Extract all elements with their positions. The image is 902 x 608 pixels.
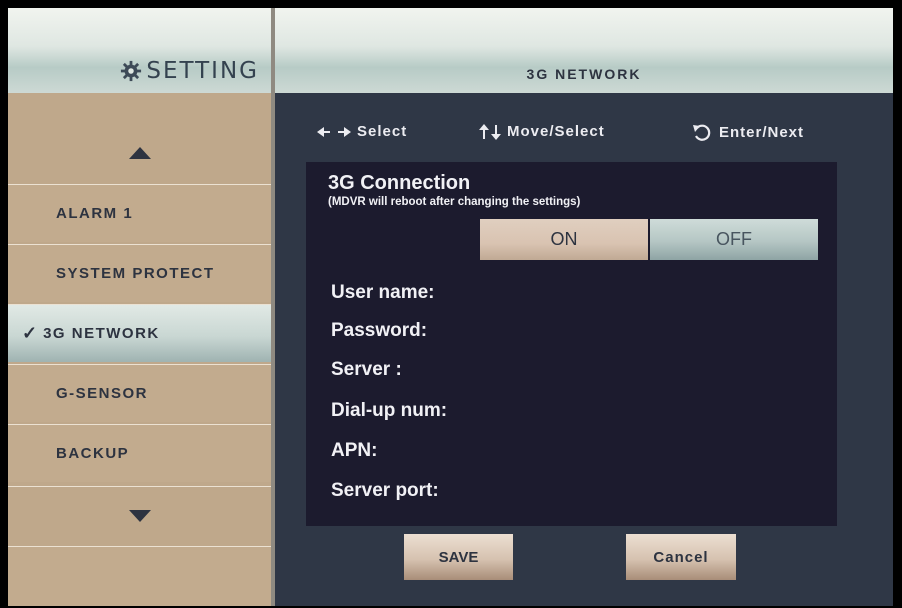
triangle-up-icon (128, 147, 151, 159)
sidebar-item-label: BACKUP (56, 445, 130, 462)
sidebar: SETTING ALARM 1 SYSTEM PROTECT ✓ 3G NETW… (8, 8, 271, 606)
connection-note: (MDVR will reboot after changing the set… (328, 196, 581, 208)
hint-enter-next: Enter/Next (691, 123, 804, 141)
sidebar-item-label: ALARM 1 (56, 205, 134, 222)
password-field[interactable]: Password: (331, 320, 427, 342)
user-name-field[interactable]: User name: (331, 282, 435, 304)
page-header: 3G NETWORK (275, 8, 893, 93)
scroll-up-button[interactable] (8, 124, 271, 182)
scroll-down-button[interactable] (8, 486, 271, 544)
gear-icon (121, 60, 142, 82)
control-hints: Select Move/Select Enter/Next (313, 123, 853, 149)
connection-title: 3G Connection (328, 172, 471, 194)
sidebar-item-label: SYSTEM PROTECT (56, 265, 215, 282)
dial-up-num-field[interactable]: Dial-up num: (331, 400, 447, 422)
apn-field[interactable]: APN: (331, 440, 377, 462)
checkmark-icon: ✓ (22, 323, 38, 343)
server-field[interactable]: Server : (331, 359, 402, 381)
screen-frame: SETTING ALARM 1 SYSTEM PROTECT ✓ 3G NETW… (8, 8, 893, 606)
cancel-button[interactable]: Cancel (626, 534, 736, 580)
sidebar-title: SETTING (120, 58, 259, 84)
sidebar-item-3g-network[interactable]: ✓ 3G NETWORK (8, 304, 271, 362)
hint-move-select-label: Move/Select (507, 123, 605, 140)
server-port-field[interactable]: Server port: (331, 480, 439, 502)
left-right-arrows-icon (317, 126, 351, 137)
on-toggle-button[interactable]: ON (480, 219, 648, 260)
hint-move-select: Move/Select (479, 123, 605, 140)
hint-enter-next-label: Enter/Next (719, 123, 805, 141)
sidebar-item-backup[interactable]: BACKUP (8, 424, 271, 482)
sidebar-item-label: G-SENSOR (56, 385, 149, 402)
hint-select-label: Select (357, 123, 408, 140)
triangle-down-icon (128, 509, 151, 522)
sidebar-item-alarm-1[interactable]: ALARM 1 (8, 184, 271, 242)
rotate-icon (693, 124, 711, 141)
sidebar-divider (271, 8, 275, 606)
sidebar-title-text: SETTING (146, 58, 259, 84)
sidebar-item-system-protect[interactable]: SYSTEM PROTECT (8, 244, 271, 302)
save-button[interactable]: SAVE (404, 534, 513, 580)
sidebar-item-g-sensor[interactable]: G-SENSOR (8, 364, 271, 422)
off-toggle-button[interactable]: OFF (650, 219, 818, 260)
up-down-arrows-icon (479, 123, 501, 140)
settings-panel: 3G Connection (MDVR will reboot after ch… (306, 162, 837, 526)
hint-select: Select (317, 123, 407, 140)
sidebar-header: SETTING (8, 8, 271, 93)
sidebar-empty-slot (8, 546, 271, 606)
sidebar-item-label: 3G NETWORK (43, 325, 160, 342)
page-title: 3G NETWORK (526, 66, 642, 82)
